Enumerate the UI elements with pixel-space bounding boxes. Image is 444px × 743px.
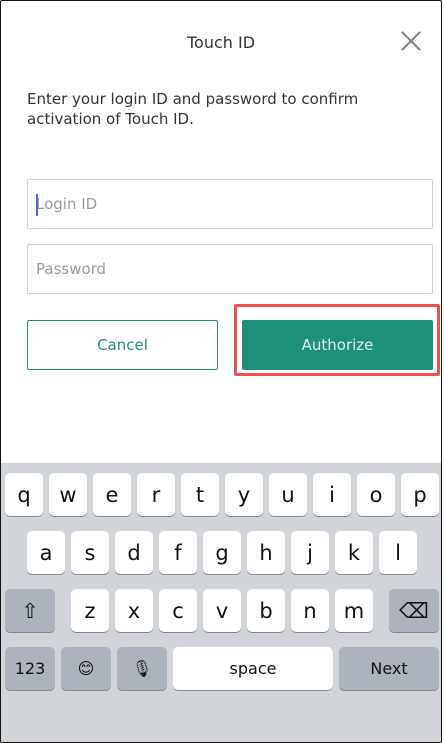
- key-v[interactable]: v: [203, 589, 241, 632]
- key-o[interactable]: o: [357, 473, 395, 516]
- page-title: Touch ID: [186, 33, 256, 52]
- close-icon[interactable]: [397, 27, 425, 55]
- key-g[interactable]: g: [203, 531, 241, 574]
- key-m[interactable]: m: [335, 589, 373, 632]
- key-j[interactable]: j: [291, 531, 329, 574]
- microphone-icon[interactable]: 🎙: [117, 647, 167, 690]
- password-field[interactable]: [27, 244, 433, 294]
- key-u[interactable]: u: [269, 473, 307, 516]
- numbers-key[interactable]: 123: [5, 647, 55, 690]
- key-p[interactable]: p: [401, 473, 439, 516]
- key-l[interactable]: l: [379, 531, 417, 574]
- key-b[interactable]: b: [247, 589, 285, 632]
- key-r[interactable]: r: [137, 473, 175, 516]
- instruction-text: Enter your login ID and password to conf…: [27, 90, 359, 128]
- key-w[interactable]: w: [49, 473, 87, 516]
- next-key[interactable]: Next: [339, 647, 439, 690]
- key-d[interactable]: d: [115, 531, 153, 574]
- text-caret: [36, 194, 38, 216]
- key-n[interactable]: n: [291, 589, 329, 632]
- emoji-icon[interactable]: 😊: [61, 647, 111, 690]
- authorize-highlight-box: [234, 304, 440, 376]
- key-y[interactable]: y: [225, 473, 263, 516]
- key-t[interactable]: t: [181, 473, 219, 516]
- header: Touch ID: [1, 1, 441, 89]
- key-h[interactable]: h: [247, 531, 285, 574]
- key-k[interactable]: k: [335, 531, 373, 574]
- key-i[interactable]: i: [313, 473, 351, 516]
- password-input[interactable]: [28, 245, 432, 293]
- shift-icon[interactable]: ⇧: [5, 589, 55, 632]
- key-c[interactable]: c: [159, 589, 197, 632]
- key-q[interactable]: q: [5, 473, 43, 516]
- key-f[interactable]: f: [159, 531, 197, 574]
- login-id-field[interactable]: [27, 179, 433, 229]
- login-id-input[interactable]: [28, 180, 432, 228]
- space-key[interactable]: space: [173, 647, 333, 690]
- key-a[interactable]: a: [27, 531, 65, 574]
- key-z[interactable]: z: [71, 589, 109, 632]
- onscreen-keyboard: q w e r t y u i o p a s d f g h j k l ⇧ …: [1, 463, 441, 742]
- cancel-button[interactable]: Cancel: [27, 320, 218, 370]
- delete-icon[interactable]: ⌫: [389, 589, 439, 632]
- app-screen: Touch ID Enter your login ID and passwor…: [0, 0, 442, 743]
- key-s[interactable]: s: [71, 531, 109, 574]
- key-x[interactable]: x: [115, 589, 153, 632]
- key-e[interactable]: e: [93, 473, 131, 516]
